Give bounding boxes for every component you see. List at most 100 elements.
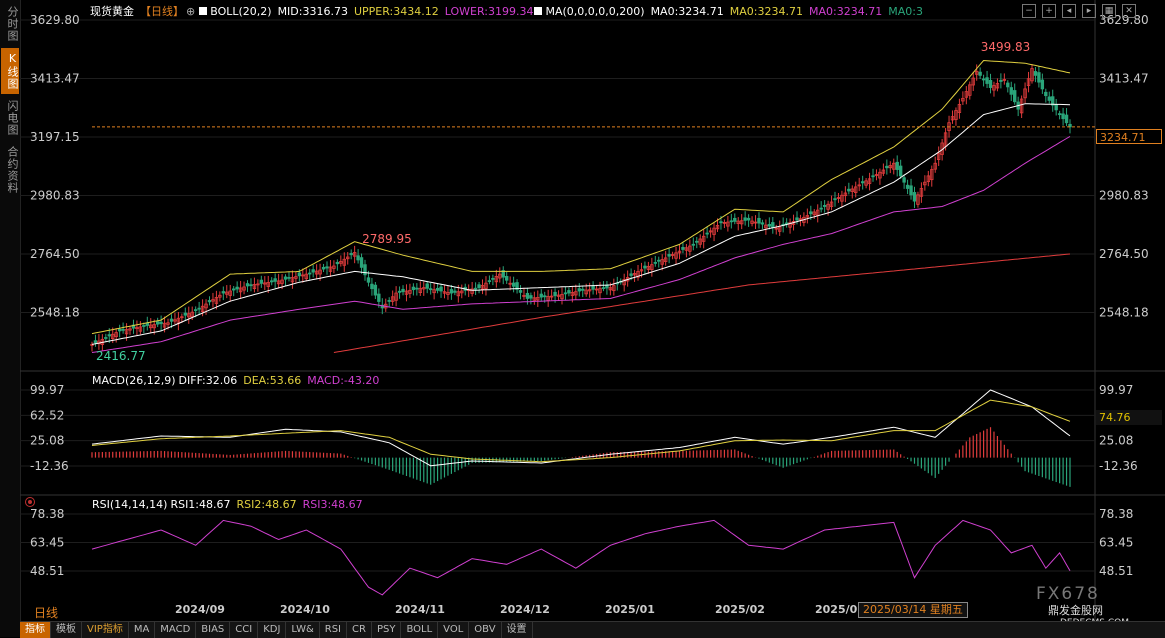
record-icon[interactable]: [25, 497, 35, 507]
candle-body: [539, 293, 543, 298]
toolbar-kdj[interactable]: KDJ: [258, 622, 287, 638]
candle-body: [577, 288, 581, 292]
price-y-tick-left: 2548.18: [30, 305, 80, 319]
close-icon[interactable]: ✕: [1122, 4, 1136, 18]
candle-body: [425, 283, 429, 289]
ma-value-2: MA0:3234.71: [729, 5, 803, 18]
toolbar-cr[interactable]: CR: [347, 622, 372, 638]
candle-body: [847, 188, 851, 192]
toolbar-cci[interactable]: CCI: [230, 622, 259, 638]
candle-body: [978, 71, 982, 76]
x-axis-label: 2024/11: [395, 603, 445, 616]
price-y-tick: 3413.47: [1099, 71, 1149, 85]
candle-body: [387, 300, 391, 302]
toolbar-boll[interactable]: BOLL: [401, 622, 439, 638]
candle-body: [504, 275, 509, 281]
checkbox-icon[interactable]: [199, 7, 208, 15]
candle-body: [169, 318, 174, 322]
candle-body: [657, 259, 661, 262]
candle-body: [746, 217, 751, 221]
candle-body: [155, 321, 160, 325]
macd-y-tick: -12.36: [1099, 459, 1138, 473]
toolbar-ma[interactable]: MA: [129, 622, 156, 638]
candle-body: [1013, 90, 1017, 103]
period-name[interactable]: 【日线】: [140, 5, 184, 18]
toolbar-bias[interactable]: BIAS: [196, 622, 231, 638]
checkbox-icon[interactable]: [534, 7, 543, 15]
candle-body: [308, 272, 312, 275]
candle-body: [909, 185, 913, 196]
extreme-label: 2789.95: [362, 232, 412, 246]
candle-body: [397, 290, 402, 293]
candle-body: [373, 284, 378, 296]
x-axis-label: 2024/09: [175, 603, 225, 616]
right-arrow-icon[interactable]: ▸: [1082, 4, 1096, 18]
price-y-tick-left: 2980.83: [30, 188, 80, 202]
candle-body: [487, 280, 492, 283]
candle-body: [231, 288, 236, 291]
candle-body: [885, 165, 889, 169]
x-axis-label: 2025/0: [815, 603, 858, 616]
toolbar-obv[interactable]: OBV: [469, 622, 502, 638]
boll-mid: MID:3316.73: [277, 5, 348, 18]
chart-canvas[interactable]: 3499.832789.952416.77 3629.803629.803413…: [0, 0, 1165, 620]
toolbar-template[interactable]: 模板: [51, 622, 82, 638]
candle-body: [771, 222, 775, 228]
add-indicator-icon[interactable]: ⊕: [186, 5, 195, 18]
candle-body: [335, 261, 340, 265]
candle-body: [1006, 82, 1010, 88]
rsi-header: RSI(14,14,14) RSI1:48.67 RSI2:48.67 RSI3:48…: [92, 498, 369, 511]
plus-icon[interactable]: +: [1042, 4, 1056, 18]
candle-body: [349, 252, 353, 256]
candlestick-pane: 3499.83 2789.95 2416.77: [90, 40, 1095, 363]
candle-body: [325, 266, 329, 269]
toolbar-settings[interactable]: 设置: [502, 622, 533, 638]
rsi-3: RSI3:48.67: [302, 498, 363, 511]
candle-body: [439, 286, 443, 292]
toolbar-vip[interactable]: VIP指标: [82, 622, 129, 638]
candle-body: [104, 337, 108, 339]
ma200-line: [333, 253, 1071, 353]
candle-body: [729, 220, 734, 223]
toolbar-lw[interactable]: LW&: [286, 622, 320, 638]
candle-body: [411, 286, 416, 291]
candle-body: [142, 325, 146, 327]
toolbar-vol[interactable]: VOL: [438, 622, 470, 638]
macd-y-tick-left: 25.08: [30, 434, 64, 448]
candle-body: [107, 334, 111, 337]
candle-body: [985, 77, 989, 84]
candle-body: [981, 78, 986, 81]
macd-y-tick-left: -12.36: [30, 459, 69, 473]
candle-body: [1009, 87, 1013, 95]
candle-body: [653, 261, 658, 264]
left-arrow-icon[interactable]: ◂: [1062, 4, 1076, 18]
candle-body: [819, 207, 823, 210]
candle-body: [733, 217, 737, 222]
candle-body: [525, 292, 530, 299]
toolbar-indicators[interactable]: 指标: [20, 622, 51, 638]
extreme-label: 2416.77: [96, 349, 146, 363]
toolbar-macd[interactable]: MACD: [155, 622, 197, 638]
macd-diff: DIFF:32.06: [178, 374, 238, 387]
candle-body: [898, 165, 903, 177]
ma-value-4: MA0:3: [888, 5, 923, 18]
rsi-y-tick: 63.45: [1099, 535, 1133, 549]
candle-body: [902, 177, 906, 183]
toolbar-psy[interactable]: PSY: [372, 622, 402, 638]
price-y-tick: 2980.83: [1099, 188, 1149, 202]
candle-body: [895, 161, 899, 170]
candle-body: [366, 277, 371, 283]
macd-header: MACD(26,12,9) DIFF:32.06 DEA:53.66 MACD:-43…: [92, 374, 385, 387]
ma-label: MA(0,0,0,0,0,200): [545, 5, 645, 18]
candle-body: [1047, 96, 1051, 101]
candle-body: [643, 265, 647, 269]
main-indicator-header: 现货黄金 【日线】 ⊕ BOLL(20,2) MID:3316.73 UPPER:3434…: [90, 3, 929, 19]
period-label[interactable]: 日线: [34, 604, 58, 621]
toolbar-rsi[interactable]: RSI: [320, 622, 348, 638]
grid-icon[interactable]: ▦: [1102, 4, 1116, 18]
minus-icon[interactable]: −: [1022, 4, 1036, 18]
macd-y-tick: 99.97: [1099, 383, 1133, 397]
x-axis-label: 2024/10: [280, 603, 330, 616]
price-y-tick-left: 3413.47: [30, 71, 80, 85]
candle-body: [235, 286, 239, 290]
